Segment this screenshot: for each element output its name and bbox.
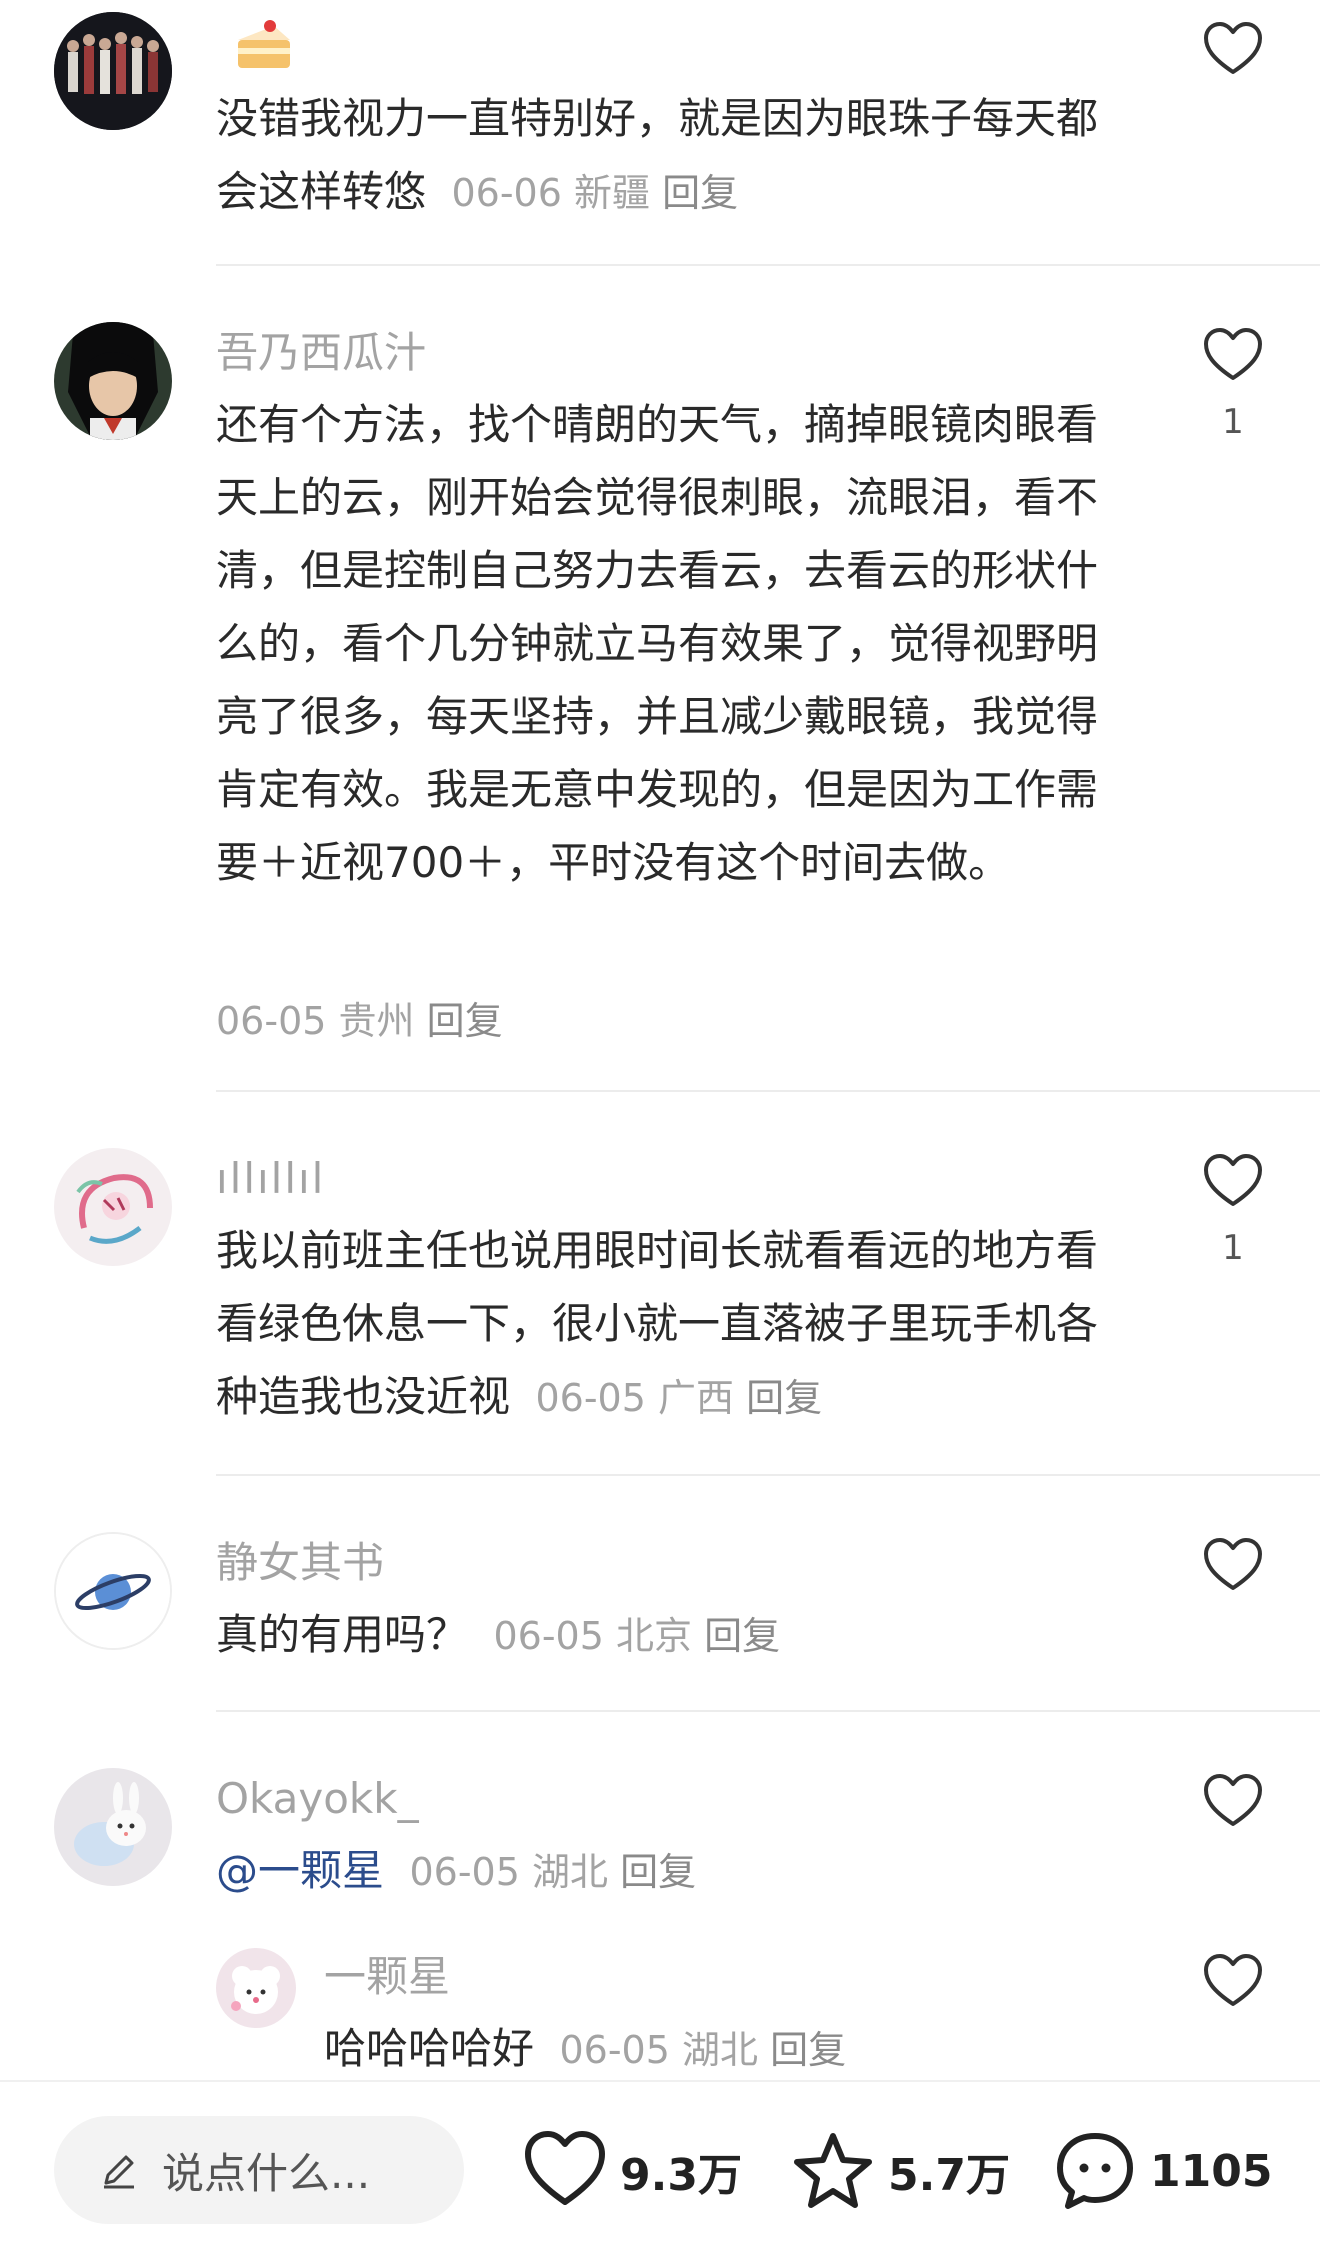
avatar[interactable]: [216, 1948, 296, 2028]
avatar[interactable]: [54, 1148, 172, 1266]
reply-button[interactable]: 回复: [662, 171, 738, 215]
favorite-button[interactable]: 5.7万: [790, 2128, 1010, 2214]
like-button[interactable]: [1198, 1952, 1268, 2010]
divider: [216, 1090, 1320, 1092]
like-button[interactable]: [1198, 20, 1268, 78]
comment-count: 1105: [1150, 2145, 1273, 2197]
reply-button[interactable]: 回复: [427, 999, 503, 1043]
divider: [216, 1710, 1320, 1712]
username[interactable]: 吾乃西瓜汁: [216, 328, 426, 378]
reply-button[interactable]: 回复: [770, 2028, 846, 2072]
username[interactable]: ıllıllıl: [216, 1154, 325, 1204]
heart-outline-icon: [525, 2131, 605, 2205]
comment-meta: 06-05 贵州 回复: [216, 999, 503, 1043]
reply-button[interactable]: 回复: [746, 1376, 822, 1420]
like-button[interactable]: 1: [1198, 1152, 1268, 1268]
comment-text: @一颗星 06-05 湖北 回复: [216, 1846, 697, 1895]
comment-text: 真的有用吗？ 06-05 北京 回复: [216, 1610, 781, 1659]
avatar[interactable]: [54, 1532, 172, 1650]
avatar[interactable]: [54, 322, 172, 440]
bottom-action-bar: 说点什么... 9.3万 5.7万 1105: [0, 2080, 1320, 2251]
username[interactable]: Okayokk_: [216, 1774, 419, 1824]
like-count: 1: [1222, 1228, 1244, 1268]
comment-text: 没错我视力一直特别好，就是因为眼珠子每天都会这样转悠 06-06 新疆 回复: [216, 94, 1099, 216]
mention-link[interactable]: @一颗星: [216, 1846, 384, 1895]
star-outline-icon: [794, 2133, 872, 2208]
avatar[interactable]: [54, 12, 172, 130]
favorite-count: 5.7万: [888, 2150, 1010, 2201]
like-count: 9.3万: [620, 2150, 742, 2201]
heart-outline-icon: [1204, 1954, 1262, 2006]
username[interactable]: 一颗星: [324, 1952, 450, 2002]
like-count: 1: [1222, 402, 1244, 442]
reply-button[interactable]: 回复: [704, 1614, 780, 1658]
username[interactable]: 静女其书: [216, 1538, 384, 1588]
comment-text: 还有个方法，找个晴朗的天气，摘掉眼镜肉眼看天上的云，刚开始会觉得很刺眼，流眼泪，…: [216, 400, 1099, 887]
heart-outline-icon: [1204, 1774, 1262, 1826]
like-button[interactable]: 1: [1198, 326, 1268, 442]
heart-outline-icon: [1204, 22, 1262, 74]
reply-button[interactable]: 回复: [620, 1850, 696, 1894]
comment-text: 哈哈哈哈好 06-05 湖北 回复: [324, 2024, 847, 2073]
pencil-icon: [104, 2155, 134, 2189]
like-button[interactable]: [1198, 1536, 1268, 1594]
comment-input-placeholder: 说点什么...: [162, 2148, 371, 2198]
divider: [216, 264, 1320, 266]
like-button[interactable]: [1198, 1772, 1268, 1830]
heart-outline-icon: [1204, 1538, 1262, 1590]
comment-text: 我以前班主任也说用眼时间长就看看远的地方看看绿色休息一下，很小就一直落被子里玩手…: [216, 1226, 1099, 1421]
divider: [216, 1474, 1320, 1476]
like-post-button[interactable]: 9.3万: [522, 2128, 742, 2214]
comment-button[interactable]: 1105: [1052, 2128, 1272, 2214]
avatar[interactable]: [54, 1768, 172, 1886]
heart-outline-icon: [1204, 1154, 1262, 1206]
chat-bubble-icon: [1057, 2133, 1133, 2209]
heart-outline-icon: [1204, 328, 1262, 380]
comment-input[interactable]: 说点什么...: [54, 2116, 464, 2224]
cake-emoji-icon: [238, 20, 290, 68]
